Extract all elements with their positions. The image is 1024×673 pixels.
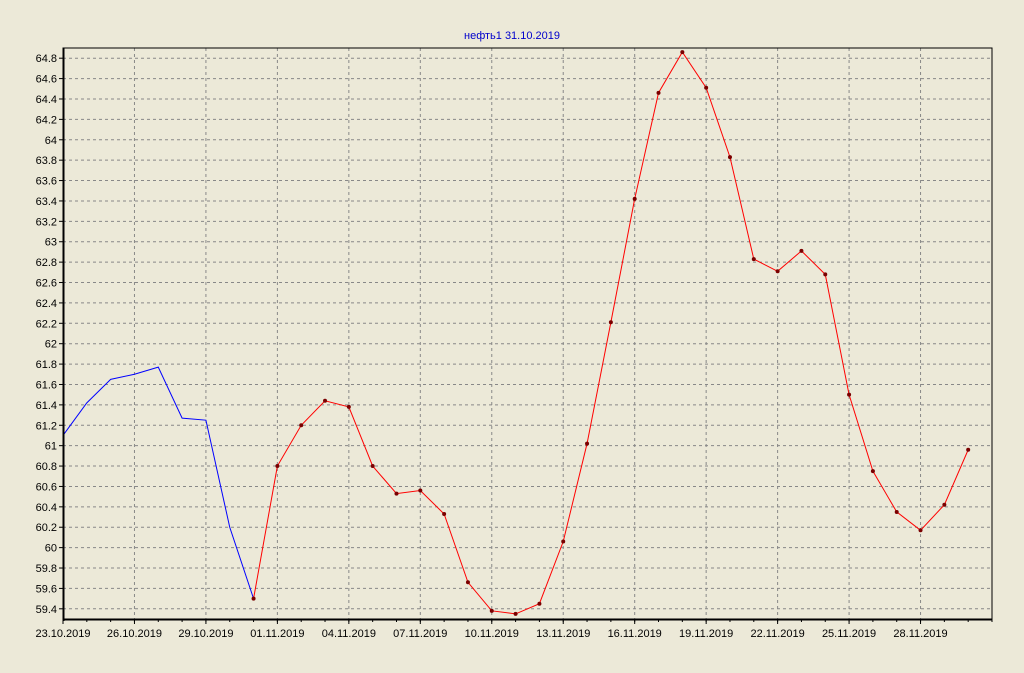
y-tick-label: 63 (45, 237, 57, 249)
x-tick-label: 29.10.2019 (178, 628, 233, 640)
y-tick-label: 64.8 (36, 53, 57, 65)
y-tick-label: 61.4 (36, 400, 57, 412)
chart-root: 59.4 59.6 59.8 60 60.2 60.4 60.6 60.8 61 61.2 61.4… (0, 0, 1024, 668)
data-point (442, 511, 447, 516)
data-point (537, 601, 542, 606)
y-tick-label: 62.8 (36, 257, 57, 269)
data-point (870, 469, 875, 474)
y-tick-label: 61.6 (36, 379, 57, 391)
data-point (656, 90, 661, 95)
y-tick-label: 61.8 (36, 359, 57, 371)
y-tick-label: 62 (45, 339, 57, 351)
data-point (299, 423, 304, 428)
data-point (561, 539, 566, 544)
data-point (489, 608, 494, 613)
data-point (513, 611, 518, 616)
x-tick-label: 26.10.2019 (107, 628, 162, 640)
data-point (799, 248, 804, 253)
y-tick-label: 63.8 (36, 155, 57, 167)
y-tick-label: 61 (45, 441, 57, 453)
y-tick-label: 60.2 (36, 522, 57, 534)
chart-title: нефть1 31.10.2019 (464, 30, 560, 42)
data-point (632, 196, 637, 201)
y-tick-label: 62.6 (36, 278, 57, 290)
x-tick-label: 28.11.2019 (893, 628, 947, 640)
x-tick-label: 25.11.2019 (822, 628, 876, 640)
data-point (704, 85, 709, 90)
data-point (894, 509, 899, 514)
data-point (323, 398, 328, 403)
data-point (680, 50, 685, 55)
y-tick-label: 62.4 (36, 298, 57, 310)
x-tick-label: 10.11.2019 (465, 628, 519, 640)
y-tick-label: 64.6 (36, 74, 57, 86)
y-tick-label: 64.2 (36, 114, 57, 126)
data-point (918, 528, 923, 533)
y-tick-label: 59.6 (36, 583, 57, 595)
y-tick-label: 63.6 (36, 176, 57, 188)
data-point (275, 464, 280, 469)
x-tick-label: 16.11.2019 (608, 628, 662, 640)
y-tick-label: 61.2 (36, 420, 57, 432)
y-tick-label: 59.8 (36, 563, 57, 575)
y-tick-label: 63.2 (36, 216, 57, 228)
data-point (251, 596, 256, 601)
x-tick-label: 13.11.2019 (536, 628, 590, 640)
y-tick-label: 59.4 (36, 604, 57, 616)
data-point (942, 502, 947, 507)
x-tick-label: 01.11.2019 (250, 628, 304, 640)
y-tick-label: 60 (45, 543, 57, 555)
line-chart: 59.4 59.6 59.8 60 60.2 60.4 60.6 60.8 61 61.2 61.4… (35, 30, 993, 640)
data-point (585, 441, 590, 446)
x-tick-label: 07.11.2019 (393, 628, 447, 640)
data-point (465, 580, 470, 585)
y-tick-label: 60.8 (36, 461, 57, 473)
x-tick-label: 19.11.2019 (679, 628, 733, 640)
y-tick-label: 64.4 (36, 94, 57, 106)
y-tick-label: 60.6 (36, 481, 57, 493)
x-tick-label: 04.11.2019 (322, 628, 376, 640)
data-point (775, 269, 780, 274)
y-axis: 59.4 59.6 59.8 60 60.2 60.4 60.6 60.8 61 61.2 61.4… (36, 53, 63, 616)
data-point (418, 488, 423, 493)
data-point (847, 392, 852, 397)
data-point (751, 257, 756, 262)
data-point (370, 464, 375, 469)
y-tick-label: 62.2 (36, 318, 57, 330)
data-point (608, 320, 613, 325)
plot-area (63, 48, 992, 619)
y-tick-label: 64 (45, 135, 57, 147)
x-axis: 23.10.2019 26.10.2019 29.10.2019 01.11.2019… (35, 619, 993, 640)
data-point (966, 447, 971, 452)
data-point (346, 404, 351, 409)
x-tick-label: 23.10.2019 (35, 628, 90, 640)
data-point (727, 155, 732, 160)
data-point (394, 491, 399, 496)
x-tick-label: 22.11.2019 (750, 628, 804, 640)
y-tick-label: 60.4 (36, 502, 57, 514)
y-tick-label: 63.4 (36, 196, 57, 208)
data-point (823, 272, 828, 277)
